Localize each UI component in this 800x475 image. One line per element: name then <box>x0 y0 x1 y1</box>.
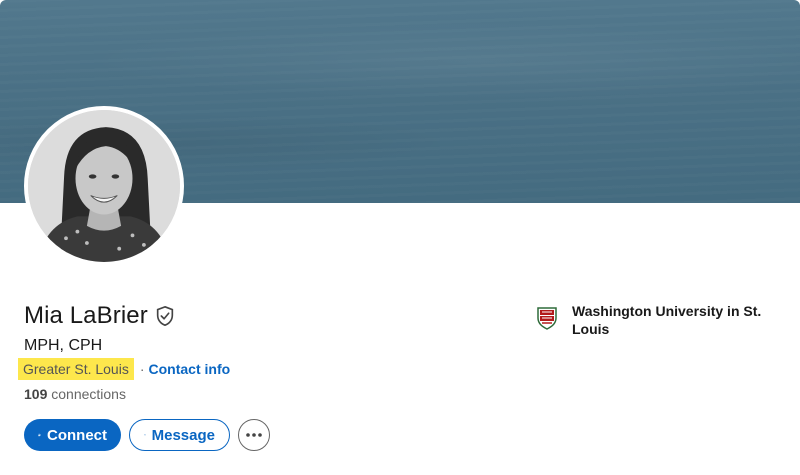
profile-headline: MPH, CPH <box>24 337 103 354</box>
connections-count[interactable]: 109 connections <box>24 386 126 402</box>
connect-button[interactable]: Connect <box>24 419 121 451</box>
profile-name: Mia LaBrier <box>24 302 148 329</box>
contact-info-link[interactable]: Contact info <box>149 361 231 377</box>
add-person-icon <box>38 433 41 437</box>
university-shield-icon <box>537 307 557 330</box>
education-item[interactable]: Washington University in St. Louis <box>536 302 772 338</box>
verified-shield-icon[interactable] <box>154 305 176 327</box>
location-row: Greater St. Louis · Contact info <box>18 358 230 380</box>
profile-avatar[interactable] <box>24 106 184 266</box>
connections-number: 109 <box>24 386 48 402</box>
profile-actions: Connect Message <box>24 419 270 451</box>
profile-location: Greater St. Louis <box>18 358 134 380</box>
name-row: Mia LaBrier <box>24 302 176 330</box>
profile-card: Mia LaBrier MPH, CPH Greater St. Louis ·… <box>0 0 800 475</box>
message-button[interactable]: Message <box>129 419 230 451</box>
send-icon <box>144 434 146 436</box>
more-actions-button[interactable] <box>238 419 270 451</box>
ellipsis-icon <box>246 433 262 437</box>
connections-label: connections <box>47 386 126 402</box>
connect-button-label: Connect <box>47 426 107 444</box>
location-separator: · <box>139 361 145 377</box>
avatar-photo <box>28 110 180 262</box>
message-button-label: Message <box>151 426 215 444</box>
education-name: Washington University in St. Louis <box>572 303 762 337</box>
